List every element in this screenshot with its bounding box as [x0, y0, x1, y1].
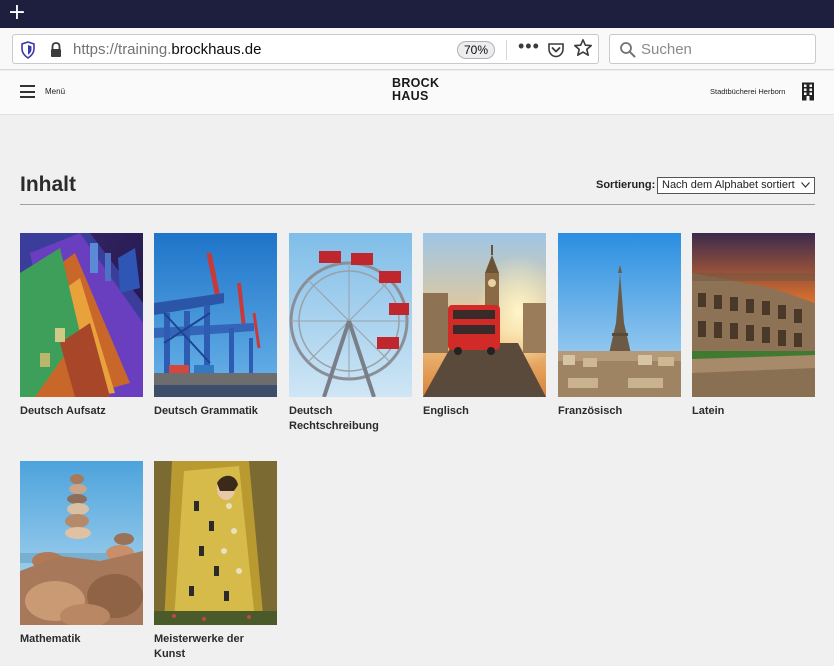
url-bar[interactable]: https://training.brockhaus.de 70% ••• [12, 34, 599, 64]
the-kiss-painting-image[interactable] [154, 461, 277, 625]
course-label[interactable]: Deutsch Grammatik [154, 404, 277, 419]
course-card[interactable]: Englisch [423, 233, 546, 419]
harbor-cranes-image[interactable] [154, 233, 277, 397]
menu-label[interactable]: Menü [45, 87, 65, 96]
new-tab-plus-icon[interactable]: + [6, 2, 28, 24]
sort-label: Sortierung: [596, 179, 656, 191]
course-label[interactable]: Meisterwerke der Kunst [154, 632, 277, 662]
library-building-icon[interactable] [801, 82, 815, 101]
url-bar-separator [506, 40, 507, 60]
search-placeholder: Suchen [641, 41, 692, 58]
tracking-protection-shield-icon[interactable] [20, 41, 36, 59]
course-label[interactable]: Deutsch Rechtschreibung [289, 404, 412, 434]
sort-select[interactable]: Nach dem Alphabet sortiert [657, 177, 815, 194]
course-label[interactable]: Mathematik [20, 632, 143, 647]
chevron-down-icon [801, 182, 810, 188]
lock-icon[interactable] [48, 41, 64, 59]
pocket-icon[interactable] [547, 41, 565, 59]
course-card[interactable]: Deutsch Grammatik [154, 233, 277, 419]
course-card[interactable]: Mathematik [20, 461, 143, 647]
url-domain: brockhaus.de [171, 41, 262, 58]
course-label[interactable]: Englisch [423, 404, 546, 419]
url-text[interactable]: https://training.brockhaus.de [73, 41, 261, 58]
course-card[interactable]: Latein [692, 233, 815, 419]
page-title: Inhalt [20, 173, 76, 196]
page-actions-menu-icon[interactable]: ••• [518, 36, 540, 57]
browser-tab-bar: + [0, 0, 834, 28]
search-icon [620, 42, 636, 58]
library-name: Stadtbücherei Herborn [710, 87, 786, 96]
brandenburg-gate-image[interactable] [20, 233, 143, 397]
brockhaus-logo[interactable]: BROCK HAUS [392, 77, 439, 102]
stacked-stones-image[interactable] [20, 461, 143, 625]
course-card[interactable]: Meisterwerke der Kunst [154, 461, 277, 662]
big-ben-bus-image[interactable] [423, 233, 546, 397]
bookmark-star-icon[interactable] [573, 38, 593, 58]
zoom-level-badge[interactable]: 70% [457, 41, 495, 59]
colosseum-image[interactable] [692, 233, 815, 397]
sort-select-value: Nach dem Alphabet sortiert [662, 179, 795, 191]
logo-line-1: BROCK [392, 76, 440, 90]
course-card[interactable]: Französisch [558, 233, 681, 419]
logo-line-2: HAUS [392, 88, 429, 103]
hamburger-menu-icon[interactable] [20, 85, 35, 98]
title-divider [20, 204, 815, 205]
eiffel-tower-image[interactable] [558, 233, 681, 397]
browser-nav-bar: https://training.brockhaus.de 70% ••• Su… [0, 28, 834, 70]
course-label[interactable]: Französisch [558, 404, 681, 419]
url-prefix: https://training. [73, 41, 172, 58]
course-card[interactable]: Deutsch Rechtschreibung [289, 233, 412, 434]
course-label[interactable]: Deutsch Aufsatz [20, 404, 143, 419]
course-card[interactable]: Deutsch Aufsatz [20, 233, 143, 419]
site-header: Menü BROCK HAUS Stadtbücherei Herborn [0, 71, 834, 115]
ferris-wheel-image[interactable] [289, 233, 412, 397]
browser-search-bar[interactable]: Suchen [609, 34, 816, 64]
course-label[interactable]: Latein [692, 404, 815, 419]
